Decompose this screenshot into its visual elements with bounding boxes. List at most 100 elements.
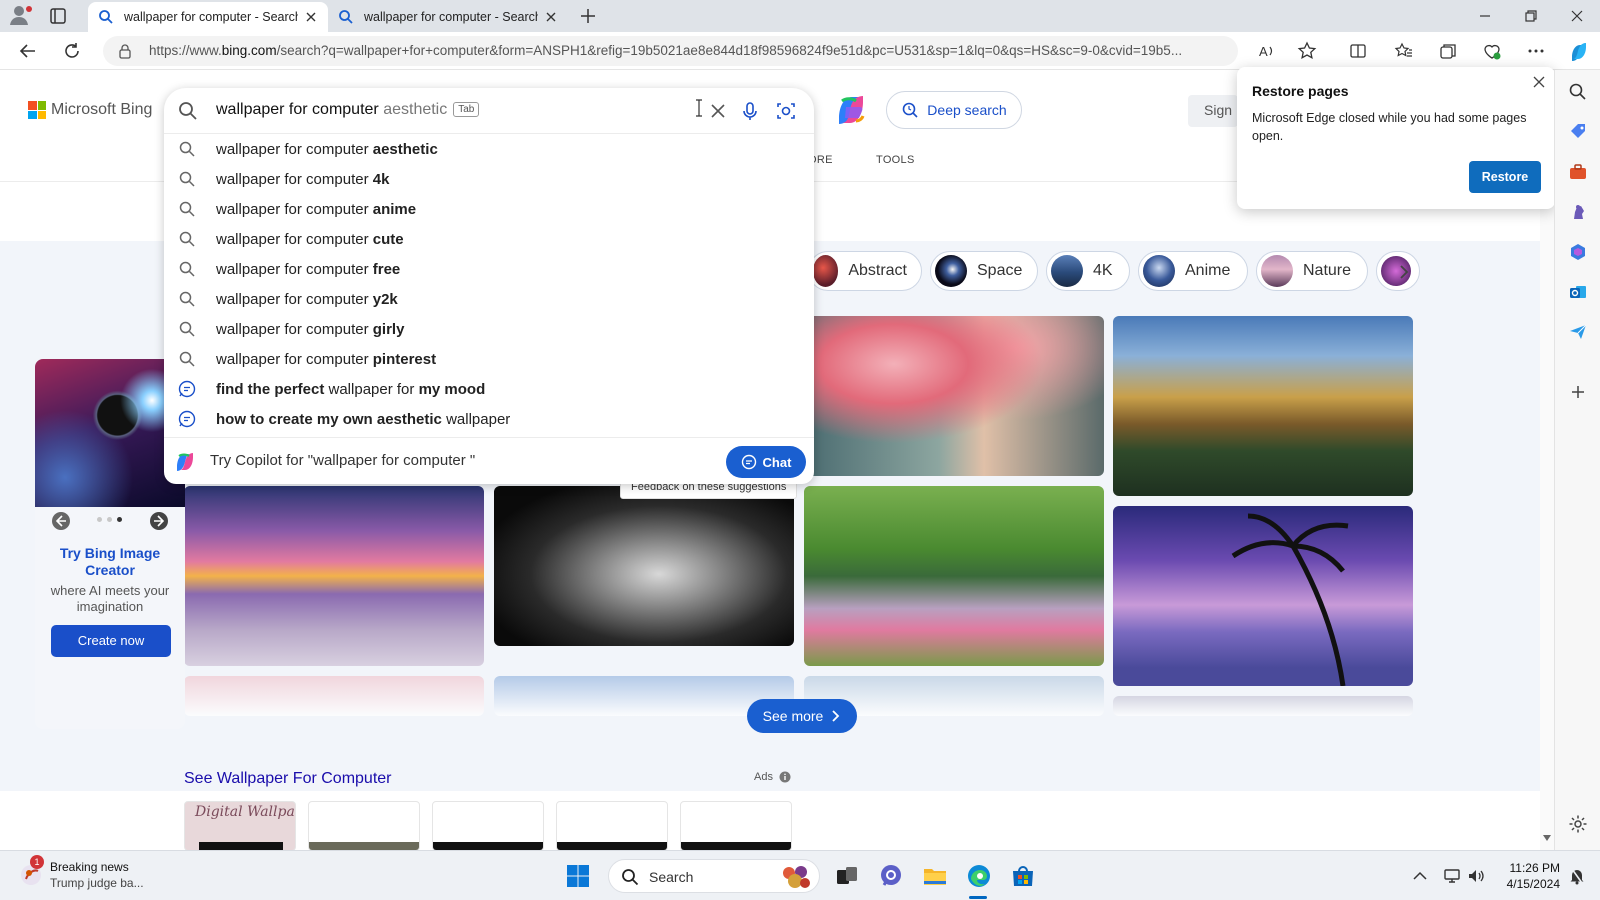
image-result[interactable] bbox=[1113, 696, 1413, 716]
settings-gear-icon[interactable] bbox=[1568, 814, 1588, 834]
ads-section-title[interactable]: See Wallpaper For Computer bbox=[184, 770, 392, 788]
ad-thumbnail[interactable] bbox=[680, 801, 792, 850]
chip-4k[interactable]: 4K bbox=[1046, 251, 1130, 291]
close-tab-icon[interactable] bbox=[304, 10, 318, 24]
image-result[interactable] bbox=[494, 486, 794, 646]
suggestion-item[interactable]: wallpaper for computer cute bbox=[164, 224, 814, 254]
news-subtitle[interactable]: Trump judge ba... bbox=[50, 876, 144, 890]
volume-icon[interactable] bbox=[1467, 867, 1485, 885]
suggestion-item[interactable]: wallpaper for computer y2k bbox=[164, 284, 814, 314]
minimize-icon[interactable] bbox=[1475, 6, 1495, 26]
suggestion-item[interactable]: wallpaper for computer 4k bbox=[164, 164, 814, 194]
tab-title: wallpaper for computer - Search bbox=[364, 10, 538, 24]
network-icon[interactable] bbox=[1443, 867, 1461, 885]
teams-chat-icon[interactable] bbox=[878, 863, 904, 889]
nav-tools[interactable]: TOOLS bbox=[876, 154, 915, 166]
ad-thumbnail[interactable] bbox=[432, 801, 544, 850]
copilot-icon[interactable] bbox=[1568, 41, 1588, 61]
close-tab-icon[interactable] bbox=[544, 10, 558, 24]
clear-icon[interactable] bbox=[708, 101, 728, 121]
suggestion-item[interactable]: wallpaper for computer aesthetic bbox=[164, 134, 814, 164]
restore-button[interactable]: Restore bbox=[1469, 161, 1541, 193]
ad-thumbnail[interactable] bbox=[308, 801, 420, 850]
chevron-up-icon[interactable] bbox=[1411, 867, 1429, 885]
close-icon[interactable] bbox=[1530, 73, 1548, 91]
windows-start-icon[interactable] bbox=[565, 863, 591, 889]
create-now-button[interactable]: Create now bbox=[51, 625, 171, 657]
ads-label[interactable]: Ads bbox=[754, 771, 791, 783]
popup-title: Restore pages bbox=[1252, 83, 1349, 99]
tools-icon[interactable] bbox=[1568, 162, 1588, 182]
new-tab-icon[interactable] bbox=[578, 6, 598, 26]
games-icon[interactable] bbox=[1568, 202, 1588, 222]
promo-title[interactable]: Try Bing Image Creator bbox=[35, 545, 185, 579]
profile-icon[interactable] bbox=[8, 4, 34, 28]
chip-nature[interactable]: Nature bbox=[1256, 251, 1368, 291]
file-explorer-icon[interactable] bbox=[922, 863, 948, 889]
image-result[interactable] bbox=[804, 316, 1104, 476]
tab-actions-icon[interactable] bbox=[48, 6, 72, 26]
add-icon[interactable] bbox=[1568, 382, 1588, 402]
suggestion-item[interactable]: wallpaper for computer free bbox=[164, 254, 814, 284]
sign-in-button[interactable]: Sign bbox=[1188, 95, 1238, 127]
suggestion-item[interactable]: wallpaper for computer pinterest bbox=[164, 344, 814, 374]
tab-search-inactive[interactable]: wallpaper for computer - Search bbox=[328, 2, 568, 32]
lock-icon[interactable] bbox=[117, 43, 133, 59]
taskbar-search[interactable]: Search bbox=[608, 859, 820, 893]
chat-suggestion-item[interactable]: how to create my own aesthetic wallpaper bbox=[164, 404, 814, 434]
ad-thumbnail[interactable] bbox=[556, 801, 668, 850]
promo-next-icon[interactable] bbox=[149, 511, 169, 531]
image-result[interactable] bbox=[804, 486, 1104, 666]
favorites-icon[interactable] bbox=[1394, 41, 1414, 61]
system-clock[interactable]: 11:26 PM 4/15/2024 bbox=[1500, 860, 1560, 892]
chat-button[interactable]: Chat bbox=[726, 446, 806, 478]
refresh-icon[interactable] bbox=[62, 41, 82, 61]
outlook-icon[interactable] bbox=[1568, 282, 1588, 302]
news-title[interactable]: Breaking news bbox=[50, 860, 129, 874]
collections-icon[interactable] bbox=[1438, 41, 1458, 61]
chip-space[interactable]: Space bbox=[930, 251, 1038, 291]
suggestion-item[interactable]: wallpaper for computer girly bbox=[164, 314, 814, 344]
deep-search-button[interactable]: Deep search bbox=[886, 91, 1022, 129]
chip-anime[interactable]: Anime bbox=[1138, 251, 1248, 291]
chips-next-button[interactable] bbox=[1376, 251, 1420, 291]
info-icon[interactable] bbox=[779, 771, 791, 783]
bing-logo[interactable]: Microsoft Bing bbox=[28, 101, 152, 119]
task-view-icon[interactable] bbox=[834, 863, 860, 889]
back-icon[interactable] bbox=[18, 41, 38, 61]
shopping-icon[interactable] bbox=[1568, 122, 1588, 142]
copilot-suggestion-row[interactable]: Try Copilot for "wallpaper for computer … bbox=[164, 437, 814, 484]
copilot-logo-icon[interactable] bbox=[832, 91, 870, 129]
chip-abstract[interactable]: Abstract bbox=[808, 251, 922, 291]
ad-thumbnail[interactable]: Digital Wallpaper bbox=[184, 801, 296, 850]
browser-essentials-icon[interactable] bbox=[1482, 41, 1502, 61]
microsoft-store-icon[interactable] bbox=[1010, 863, 1036, 889]
image-result[interactable] bbox=[1113, 316, 1413, 496]
notification-bell-icon[interactable] bbox=[1568, 867, 1586, 885]
close-window-icon[interactable] bbox=[1567, 6, 1587, 26]
search-icon[interactable] bbox=[1568, 82, 1588, 102]
visual-search-icon[interactable] bbox=[776, 101, 796, 121]
read-aloud-icon[interactable]: A bbox=[1257, 41, 1277, 61]
see-more-button[interactable]: See more bbox=[747, 699, 857, 733]
tab-search-active[interactable]: wallpaper for computer - Search bbox=[88, 2, 328, 32]
search-input[interactable]: wallpaper for computer aesthetic Tab bbox=[164, 88, 814, 134]
suggestion-item[interactable]: wallpaper for computer anime bbox=[164, 194, 814, 224]
microphone-icon[interactable] bbox=[740, 101, 760, 121]
image-result[interactable] bbox=[184, 486, 484, 666]
address-bar[interactable]: https://www.bing.com/search?q=wallpaper+… bbox=[103, 36, 1238, 66]
promo-image[interactable] bbox=[35, 359, 185, 507]
search-icon bbox=[179, 321, 195, 337]
restore-window-icon[interactable] bbox=[1521, 6, 1541, 26]
chat-suggestion-item[interactable]: find the perfect wallpaper for my mood bbox=[164, 374, 814, 404]
image-result[interactable] bbox=[184, 676, 484, 716]
microsoft-365-icon[interactable] bbox=[1568, 242, 1588, 262]
image-result[interactable] bbox=[1113, 506, 1413, 686]
more-options-icon[interactable] bbox=[1526, 41, 1546, 61]
favorite-star-icon[interactable] bbox=[1297, 41, 1317, 61]
search-icon bbox=[179, 171, 195, 187]
edge-browser-icon[interactable] bbox=[966, 863, 992, 889]
promo-prev-icon[interactable] bbox=[51, 511, 71, 531]
split-screen-icon[interactable] bbox=[1348, 41, 1368, 61]
drop-icon[interactable] bbox=[1568, 322, 1588, 342]
